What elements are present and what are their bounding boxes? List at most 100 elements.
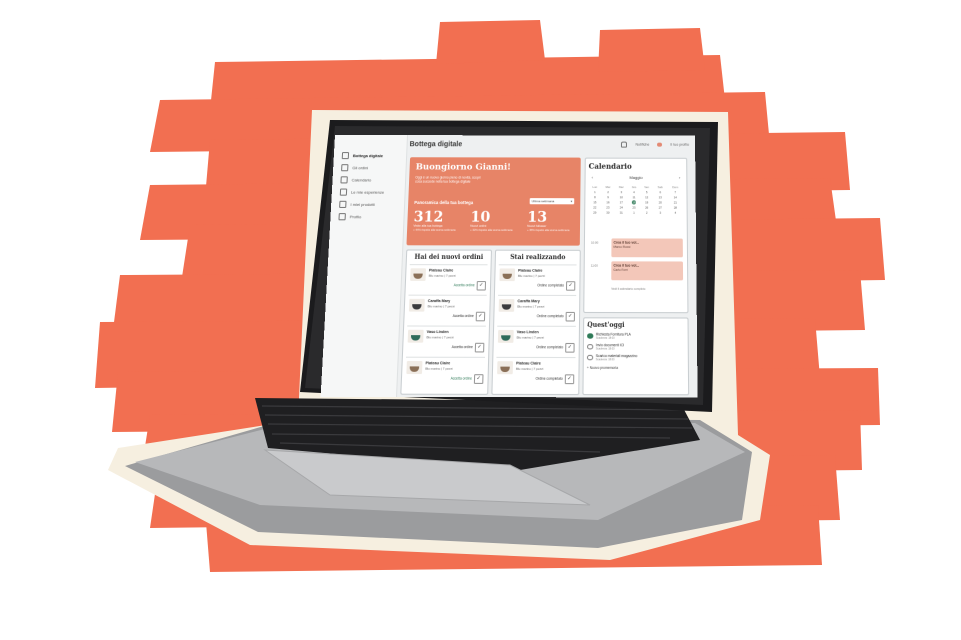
panel-title: Stai realizzando	[510, 253, 566, 262]
product-name: Caraffa Mary	[517, 299, 540, 304]
product-detail: Blu marino | 7 pezzi	[515, 366, 544, 372]
calendar-panel: Calendario ‹ Maggio › Lun Mar Mer Gio Ven Sab…	[583, 157, 689, 314]
list-item[interactable]: Richiesta Fornitura PLA Scadenza: 18:00	[587, 332, 684, 340]
calendar-day[interactable]: 1	[628, 210, 640, 215]
sidebar-item-products[interactable]: I miei prodotti	[331, 198, 404, 210]
product-image	[408, 298, 425, 312]
period-dropdown[interactable]: Ultima settimana ▾	[529, 198, 575, 205]
product-detail: Blu marino | 7 pezzi	[428, 273, 456, 278]
sidebar-item-label: Profilo	[349, 213, 362, 219]
sidebar-item-label: Le mie esperienze	[350, 189, 385, 195]
list-item[interactable]: Plateau Claire Blu marino | 7 pezzi Ordi…	[498, 264, 577, 295]
calendar-event[interactable]: Crea il tuo vol... Marco Rossi	[611, 238, 683, 258]
product-name: Plateau Claire	[518, 268, 543, 273]
calendar-day[interactable]: 2	[640, 210, 653, 215]
stat-value: 312	[413, 209, 444, 226]
product-name: Plateau Claire	[516, 361, 541, 366]
calendar-day[interactable]: 30	[601, 210, 614, 215]
list-item[interactable]: Scarico materiali magazzino Scadenza: 18…	[586, 354, 685, 362]
chevron-left-icon[interactable]: ‹	[592, 175, 593, 180]
topbar: Bottega digitale Notifiche Il tuo profil…	[407, 135, 696, 154]
add-reminder-label: Nuovo promemoria	[589, 365, 618, 371]
list-item[interactable]: Caraffa Mary Blu marino | 7 pezzi Accett…	[407, 294, 487, 326]
list-item[interactable]: Plateau Claire Blu marino | 7 pezzi Ordi…	[495, 356, 576, 389]
avatar[interactable]	[657, 142, 663, 147]
list-item[interactable]: Plateau Claire Blu marino | 7 pezzi Acce…	[408, 264, 488, 295]
orders-icon	[341, 163, 349, 171]
panel-title: Hai dei nuovi ordini	[414, 253, 484, 262]
calendar-day[interactable]: 3	[653, 210, 667, 215]
product-image	[497, 361, 514, 375]
product-image	[498, 299, 515, 312]
sidebar-item-label: Gli ordini	[352, 164, 369, 170]
check-icon[interactable]: ✓	[565, 311, 575, 322]
greeting-title: Buongiorno Gianni!	[415, 162, 512, 173]
product-image	[499, 268, 516, 282]
sidebar-item-orders[interactable]: Gli ordini	[333, 161, 406, 173]
profile-link[interactable]: Il tuo profilo	[670, 143, 689, 147]
stat-orders: 10 Nuovi ordini + 33% rispetto alla scor…	[470, 209, 513, 232]
radio-checked-icon[interactable]	[587, 332, 593, 339]
calendar-event[interactable]: Crea il tuo vol... Carlo Ferri	[611, 261, 684, 281]
laptop-screen: Bottega digitale Gli ordini Calendario L…	[320, 135, 698, 398]
product-detail: Blu marino | 7 pezzi	[516, 335, 544, 340]
complete-order-link[interactable]: Ordine completato	[537, 314, 564, 318]
product-image	[410, 268, 426, 281]
full-calendar-link[interactable]: Vedi il calendario completo	[611, 287, 645, 291]
sidebar-item-label: Calendario	[351, 176, 372, 182]
profile-icon	[338, 212, 346, 220]
check-icon[interactable]: ✓	[475, 311, 486, 322]
sidebar-item-label: Bottega digitale	[352, 152, 384, 158]
product-detail: Blu marino | 7 pezzi	[425, 366, 453, 371]
page-title: Bottega digitale	[409, 140, 463, 148]
calendar-day[interactable]: 4	[667, 210, 683, 215]
sidebar-item-calendar[interactable]: Calendario	[332, 173, 405, 185]
list-item[interactable]: Plateau Claire Blu marino | 7 pezzi Acce…	[404, 356, 486, 389]
list-item[interactable]: Invio documenti ICI Scadenza: 18:00	[587, 343, 685, 351]
complete-order-link[interactable]: Ordine completato	[536, 376, 563, 380]
product-image	[497, 329, 514, 343]
app-window: Bottega digitale Gli ordini Calendario L…	[320, 135, 698, 398]
product-image	[407, 329, 424, 343]
accept-order-link[interactable]: Accetta ordine	[452, 345, 473, 349]
radio-icon[interactable]	[586, 354, 593, 361]
sidebar-item-profile[interactable]: Profilo	[330, 210, 404, 222]
complete-order-link[interactable]: Ordine completato	[537, 283, 564, 287]
chevron-right-icon[interactable]: ›	[679, 175, 680, 180]
calendar-grid: Lun Mar Mer Gio Ven Sab Dom 1 2 3 4 5 6 7 8 9 10 11 12 13 1…	[588, 184, 683, 215]
event-detail: Marco Rossi	[613, 244, 631, 249]
accept-order-link[interactable]: Accetta ordine	[453, 314, 474, 318]
check-icon[interactable]: ✓	[564, 374, 575, 385]
sidebar-item-experiences[interactable]: Le mie esperienze	[332, 185, 405, 197]
product-name: Plateau Claire	[428, 268, 454, 273]
accept-order-link[interactable]: Accetta ordine	[454, 283, 475, 287]
check-icon[interactable]: ✓	[473, 374, 484, 384]
list-item[interactable]: Vaso Linden Blu marino | 7 pezzi Accetta…	[406, 325, 486, 357]
product-name: Vaso Linden	[516, 329, 539, 335]
accept-order-link[interactable]: Accetta ordine	[451, 376, 472, 380]
complete-order-link[interactable]: Ordine completato	[536, 345, 563, 349]
welcome-card: Buongiorno Gianni! Oggi è un nuovo giorn…	[406, 157, 581, 246]
check-icon[interactable]: ✓	[565, 342, 575, 353]
add-reminder-button[interactable]: + Nuovo promemoria	[587, 366, 685, 371]
check-icon[interactable]: ✓	[476, 281, 487, 291]
product-name: Vaso Linden	[426, 329, 449, 335]
sidebar-item-bottega[interactable]: Bottega digitale	[334, 149, 407, 161]
month-nav: ‹ Maggio ›	[592, 175, 681, 180]
task-due: Scadenza: 18:00	[595, 347, 615, 351]
bell-icon[interactable]	[621, 141, 628, 148]
list-item[interactable]: Caraffa Mary Blu marino | 7 pezzi Ordine…	[497, 294, 577, 326]
calendar-day[interactable]: 29	[588, 209, 601, 214]
product-detail: Blu marino | 7 pezzi	[517, 273, 545, 279]
overview-label: Panoramica della tua bottega	[414, 199, 474, 206]
list-item[interactable]: Vaso Linden Blu marino | 7 pezzi Ordine …	[496, 325, 576, 357]
period-value: Ultima settimana	[531, 199, 555, 204]
check-icon[interactable]: ✓	[474, 342, 485, 353]
month-label: Maggio	[629, 174, 643, 180]
notifications-link[interactable]: Notifiche	[635, 143, 649, 147]
calendar-icon	[340, 175, 348, 183]
radio-icon[interactable]	[587, 343, 593, 350]
stat-sub: + 35% rispetto alla scorsa settimana	[527, 228, 570, 232]
calendar-day[interactable]: 31	[615, 210, 628, 215]
check-icon[interactable]: ✓	[565, 281, 576, 291]
